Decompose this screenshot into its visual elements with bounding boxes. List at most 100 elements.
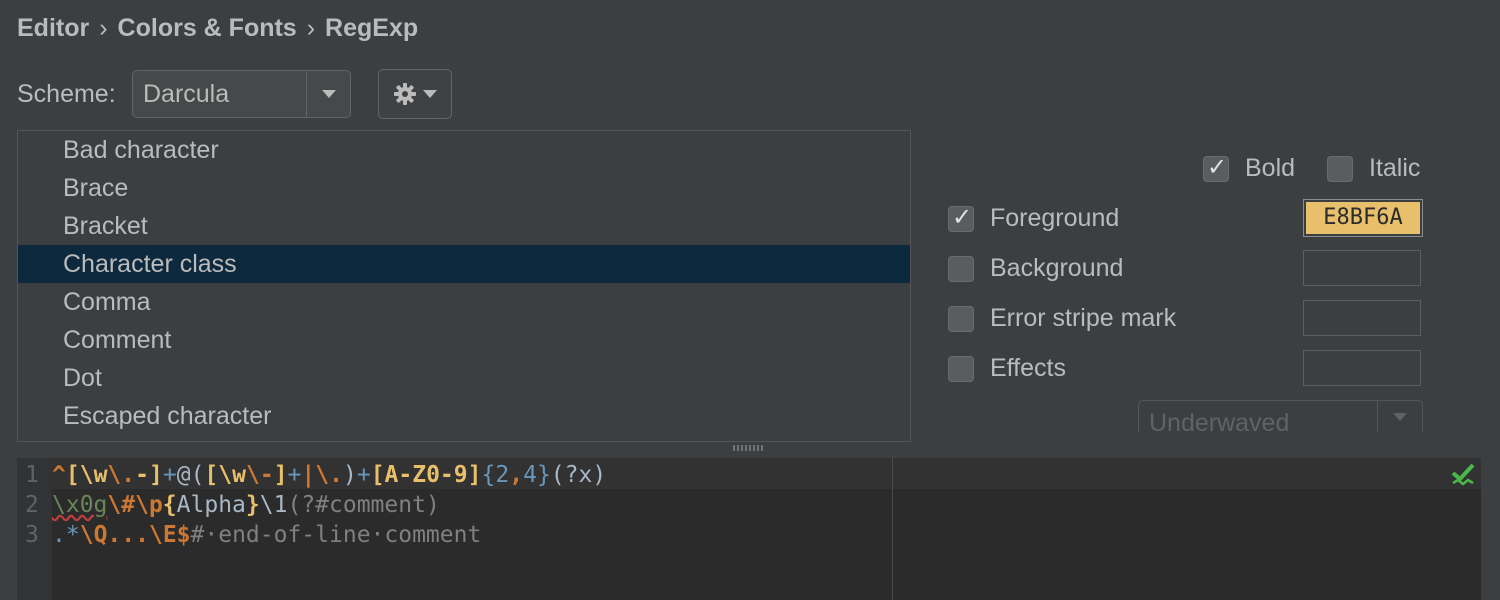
code-token: \. xyxy=(315,462,343,488)
code-token: \1 xyxy=(259,492,288,518)
list-item[interactable]: Comma xyxy=(18,283,910,321)
effects-dropdown-arrow[interactable] xyxy=(1377,401,1422,432)
list-item[interactable]: Bracket xyxy=(18,207,910,245)
code-token: ^ xyxy=(52,462,66,488)
code-token: [ xyxy=(65,462,80,488)
error-stripe-option[interactable]: Error stripe mark xyxy=(948,304,1176,333)
error-stripe-label: Error stripe mark xyxy=(990,304,1177,332)
scheme-dropdown-arrow[interactable] xyxy=(306,71,350,117)
code-token: \Q xyxy=(79,522,108,548)
background-color-swatch[interactable] xyxy=(1303,250,1421,286)
code-token: * xyxy=(65,522,80,548)
bold-checkbox[interactable]: ✓ xyxy=(1203,153,1229,182)
code-token: @ xyxy=(176,462,191,488)
code-token: \x0g xyxy=(52,492,108,518)
code-token: } xyxy=(536,462,551,488)
line-number: 3 xyxy=(25,522,39,548)
code-token: + xyxy=(162,462,177,488)
code-token: ... xyxy=(107,522,149,548)
code-line: ^[\w\.-]+@([\w\-]+|\.)+[A-Z0-9]{2,4}(?x) xyxy=(52,462,606,488)
code-token: \w xyxy=(79,462,108,488)
breadcrumb-separator: › xyxy=(306,14,316,42)
check-icon: ✓ xyxy=(952,203,973,231)
code-token: A-Z0-9 xyxy=(384,462,468,488)
breadcrumb-regexp: RegExp xyxy=(325,14,419,42)
code-token: { xyxy=(162,492,177,518)
effects-option[interactable]: Effects xyxy=(948,354,1066,383)
code-token: [ xyxy=(204,462,219,488)
code-token: (?x) xyxy=(550,462,607,488)
breadcrumb-editor[interactable]: Editor xyxy=(17,14,89,42)
code-token: \. xyxy=(107,462,136,488)
foreground-color-swatch[interactable]: E8BF6A xyxy=(1303,199,1423,237)
code-token: ) xyxy=(342,462,357,488)
code-token: \w xyxy=(218,462,246,488)
chevron-down-icon xyxy=(321,90,336,98)
code-token: ( xyxy=(190,462,205,488)
italic-label: Italic xyxy=(1369,154,1421,182)
code-token: } xyxy=(245,492,260,518)
code-token: [ xyxy=(370,462,385,488)
code-token: $ xyxy=(176,522,191,548)
bold-label: Bold xyxy=(1245,154,1296,182)
code-token: + xyxy=(356,462,371,488)
breadcrumb-colors-fonts[interactable]: Colors & Fonts xyxy=(118,14,297,42)
error-stripe-color-swatch[interactable] xyxy=(1303,300,1421,336)
background-checkbox[interactable] xyxy=(948,255,974,282)
code-token: . xyxy=(52,522,66,548)
scheme-actions-button[interactable] xyxy=(378,69,452,119)
effects-type-select[interactable]: Underwaved xyxy=(1138,400,1423,432)
code-token: ] xyxy=(148,462,163,488)
code-token: { xyxy=(481,462,496,488)
list-item[interactable]: Escaped character xyxy=(18,397,910,435)
effects-checkbox[interactable] xyxy=(948,355,974,382)
italic-option[interactable]: Italic xyxy=(1327,154,1420,183)
check-icon: ✓ xyxy=(1207,153,1228,181)
code-line: \x0g\#\p{Alpha}\1(?#comment) xyxy=(52,492,440,518)
code-token: | xyxy=(301,462,316,488)
bold-option[interactable]: ✓ Bold xyxy=(1203,154,1295,183)
inspection-ok-icon[interactable] xyxy=(1450,462,1476,488)
breadcrumb: Editor › Colors & Fonts › RegExp xyxy=(17,14,418,43)
splitter-grip-icon[interactable] xyxy=(733,445,763,451)
list-item[interactable]: Dot xyxy=(18,359,910,397)
code-token: 4 xyxy=(523,462,537,488)
effects-type-value: Underwaved xyxy=(1149,409,1290,432)
list-item[interactable]: Comment xyxy=(18,321,910,359)
background-label: Background xyxy=(990,254,1124,282)
effects-label: Effects xyxy=(990,354,1066,382)
code-token: + xyxy=(287,462,302,488)
foreground-checkbox[interactable]: ✓ xyxy=(948,203,974,232)
right-margin-guide xyxy=(892,458,893,600)
code-token: Alpha xyxy=(176,492,246,518)
code-token: \# xyxy=(107,492,136,518)
code-token: \- xyxy=(245,462,274,488)
code-token: 2 xyxy=(495,462,510,488)
breadcrumb-separator: › xyxy=(99,14,108,42)
code-token: #·end-of-line·comment xyxy=(190,522,482,548)
line-number: 2 xyxy=(25,492,39,518)
line-number: 1 xyxy=(25,462,39,488)
code-line: .*\Q...\E$#·end-of-line·comment xyxy=(52,522,481,548)
code-token: \E xyxy=(148,522,177,548)
preview-editor[interactable]: 1 2 3 ^[\w\.-]+@([\w\-]+|\.)+[A-Z0-9]{2,… xyxy=(17,458,1481,600)
scheme-label: Scheme: xyxy=(17,80,116,108)
chevron-down-icon xyxy=(1393,413,1407,421)
background-option[interactable]: Background xyxy=(948,254,1123,283)
list-item[interactable]: Bad character xyxy=(18,131,910,169)
scheme-select[interactable]: Darcula xyxy=(132,70,351,118)
error-stripe-checkbox[interactable] xyxy=(948,305,974,332)
code-token: - xyxy=(135,462,149,488)
chevron-down-icon xyxy=(423,90,437,98)
list-item[interactable]: Brace xyxy=(18,169,910,207)
code-token: \p xyxy=(135,492,163,518)
code-token: ] xyxy=(467,462,482,488)
gear-icon xyxy=(394,83,416,105)
foreground-option[interactable]: ✓ Foreground xyxy=(948,204,1119,233)
italic-checkbox[interactable] xyxy=(1327,155,1353,182)
effects-color-swatch[interactable] xyxy=(1303,350,1421,386)
foreground-label: Foreground xyxy=(990,204,1120,232)
attribute-list[interactable]: Bad character Brace Bracket Character cl… xyxy=(17,130,911,442)
list-item-selected[interactable]: Character class xyxy=(18,245,910,283)
code-token: ] xyxy=(273,462,288,488)
